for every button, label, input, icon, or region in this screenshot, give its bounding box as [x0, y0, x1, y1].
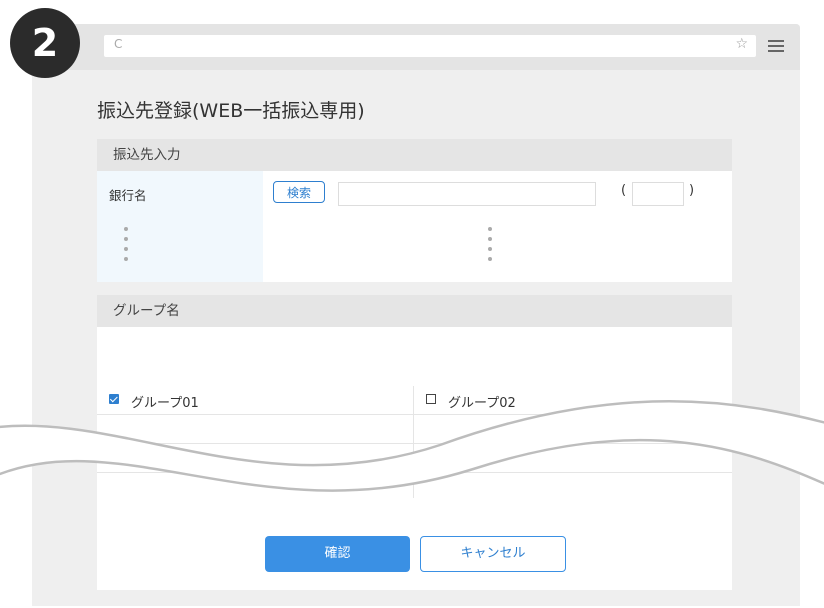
- confirm-button[interactable]: 確認: [265, 536, 410, 572]
- menu-icon[interactable]: [768, 40, 784, 52]
- step-number-badge: 2: [10, 8, 80, 78]
- group-row: [97, 415, 732, 444]
- bank-label-cell: 銀行名: [97, 171, 263, 282]
- group-cell[interactable]: グループ01: [97, 386, 414, 414]
- reload-icon[interactable]: C: [114, 37, 122, 51]
- bank-code-input[interactable]: [632, 182, 684, 206]
- group-cell: [414, 415, 731, 443]
- open-paren: (: [621, 183, 627, 198]
- group-name-header: グループ名: [97, 295, 732, 327]
- group-row: [97, 444, 732, 473]
- action-area: 確認 キャンセル: [97, 498, 732, 590]
- bank-name-input[interactable]: [338, 182, 596, 206]
- more-fields-ellipsis-icon: [488, 227, 492, 267]
- star-icon[interactable]: ☆: [735, 36, 748, 52]
- close-paren: ): [689, 183, 695, 198]
- group-cell: [414, 473, 731, 501]
- group-cell: [97, 444, 414, 472]
- group-cell: [97, 473, 414, 501]
- cancel-button[interactable]: キャンセル: [420, 536, 566, 572]
- bank-name-row: 銀行名 検索 ( ): [97, 171, 732, 282]
- search-button[interactable]: 検索: [273, 181, 325, 203]
- address-bar[interactable]: C ☆: [104, 35, 756, 57]
- browser-toolbar: C ☆: [32, 24, 800, 70]
- group-label: グループ01: [131, 396, 199, 411]
- group-row: グループ01 グループ02: [97, 386, 732, 415]
- group-label: グループ02: [448, 396, 516, 411]
- group-cell[interactable]: グループ02: [414, 386, 731, 414]
- more-rows-ellipsis-icon: [124, 227, 128, 267]
- bank-name-label: 銀行名: [109, 188, 147, 203]
- transfer-input-panel: 振込先入力 銀行名 検索 ( ): [97, 139, 732, 282]
- group-grid: グループ01 グループ02: [97, 386, 732, 502]
- checkbox-checked-icon[interactable]: [109, 394, 119, 404]
- group-cell: [97, 415, 414, 443]
- checkbox-unchecked-icon[interactable]: [426, 394, 436, 404]
- page-title: 振込先登録(WEB一括振込専用): [97, 100, 365, 122]
- group-name-panel: グループ名: [97, 295, 732, 386]
- group-cell: [414, 444, 731, 472]
- transfer-input-header: 振込先入力: [97, 139, 732, 171]
